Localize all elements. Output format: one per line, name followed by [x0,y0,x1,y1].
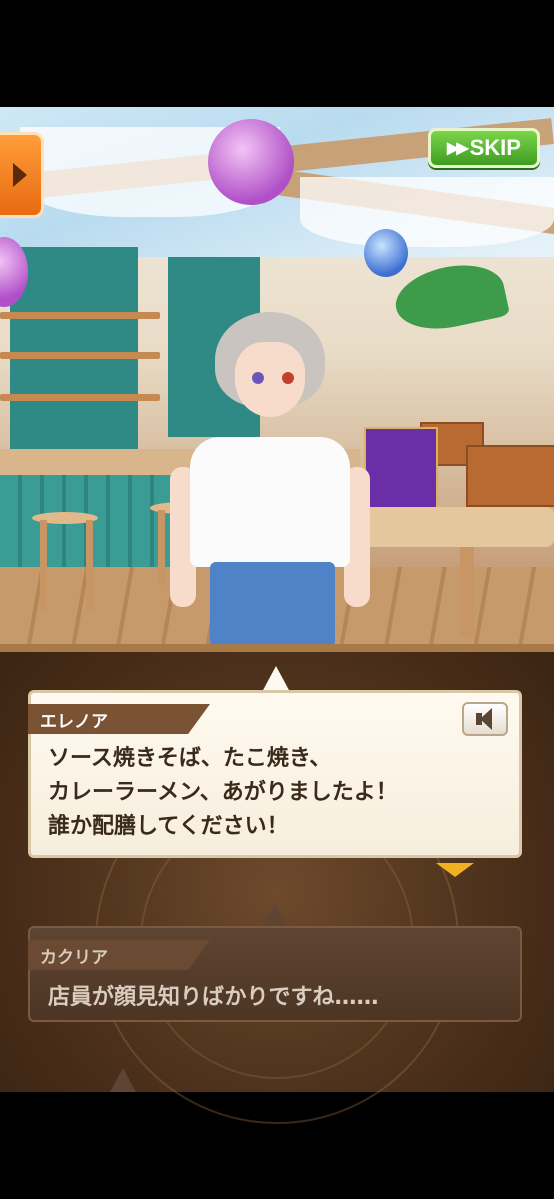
shelf [0,312,160,319]
dialogue-text: ソース焼きそば、たこ焼き、 カレーラーメン、あがりましたよ！ 誰か配膳してくださ… [48,746,398,839]
previous-speaker-name: カクリア [40,947,108,968]
next-indicator-icon [436,863,474,877]
character-shirt [190,437,350,567]
previous-dialogue-text: 店員が顔見知りばかりですね…… [48,985,379,1010]
arrow-right-icon [13,163,27,187]
fast-forward-icon: ▶▶ [447,140,469,157]
voice-play-button[interactable] [462,702,508,736]
character-eleanor [170,287,370,644]
scene-background [0,107,554,644]
shelf [0,352,160,359]
speaker-name: エレノア [40,711,108,732]
shelf [0,394,160,401]
bubble-tail [262,904,288,928]
panel-border [0,644,554,652]
bubble-tail [262,666,290,692]
glass-float-lantern [208,119,294,205]
speaker-name-tag: エレノア [28,704,210,734]
previous-speaker-name-tag: カクリア [28,940,210,970]
stool-leg [158,510,165,585]
character-shorts [210,562,335,644]
character-eye [282,372,294,384]
skip-button[interactable]: ▶▶ SKIP [428,128,540,168]
palm-tree [389,256,511,338]
menu-board [364,427,438,509]
stool-leg [40,520,47,610]
table-leg [460,547,474,637]
fruit-crate [466,445,554,507]
ceiling-cloth [300,177,554,247]
menu-toggle-button[interactable] [0,132,44,218]
character-face [235,342,305,417]
glass-float-lantern [364,229,408,277]
skip-label: SKIP [469,135,521,160]
character-eye [252,372,264,384]
bubble-tail [110,1068,136,1092]
stool-leg [86,520,93,610]
table [345,507,554,547]
speaker-cone-icon [480,708,492,730]
